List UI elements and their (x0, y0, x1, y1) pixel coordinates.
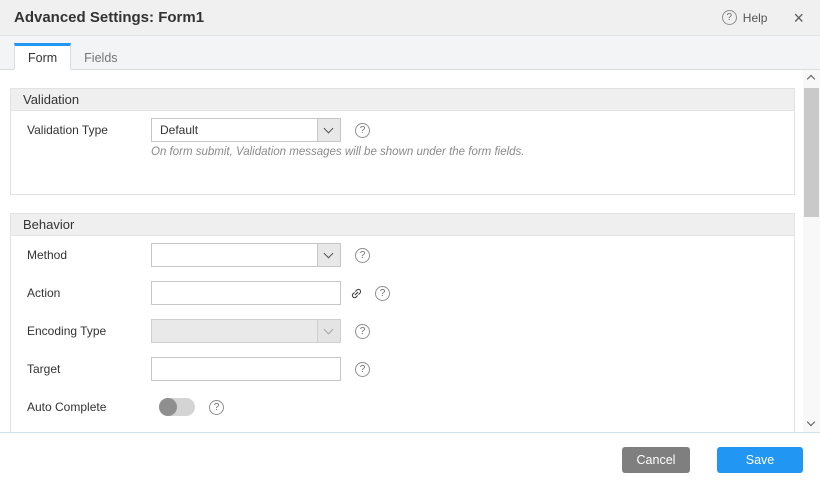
method-dropdown[interactable] (151, 243, 341, 267)
section-behavior: Behavior Method ? Action (10, 213, 795, 433)
help-button[interactable]: Help (743, 11, 768, 25)
encoding-type-help-icon[interactable]: ? (355, 324, 370, 339)
target-input[interactable] (151, 357, 341, 381)
auto-complete-row: Auto Complete ? (27, 388, 794, 426)
target-label: Target (27, 362, 151, 376)
vertical-scrollbar[interactable] (803, 70, 820, 432)
section-validation-body: Validation Type Default ? On form submit… (11, 111, 794, 194)
section-validation-header: Validation (11, 89, 794, 111)
close-icon[interactable]: × (793, 11, 804, 25)
validation-type-row: Validation Type Default ? (27, 111, 794, 149)
method-row: Method ? (27, 236, 794, 274)
toggle-knob (159, 398, 177, 416)
encoding-type-label: Encoding Type (27, 324, 151, 338)
scrollbar-thumb[interactable] (804, 88, 819, 217)
section-behavior-header: Behavior (11, 214, 794, 236)
advanced-settings-dialog: Advanced Settings: Form1 ? Help × Form F… (0, 0, 820, 487)
target-row: Target ? (27, 350, 794, 388)
auto-complete-label: Auto Complete (27, 400, 151, 414)
auto-complete-toggle[interactable] (159, 398, 195, 416)
tab-form-label: Form (28, 51, 57, 65)
scroll-down-icon[interactable] (803, 416, 820, 432)
dialog-titlebar: Advanced Settings: Form1 ? Help × (0, 0, 820, 36)
section-behavior-title: Behavior (23, 217, 74, 232)
method-help-icon[interactable]: ? (355, 248, 370, 263)
tabstrip: Form Fields (0, 36, 820, 70)
method-label: Method (27, 248, 151, 262)
validation-type-dropdown[interactable]: Default (151, 118, 341, 142)
method-value (152, 244, 317, 266)
action-help-icon[interactable]: ? (375, 286, 390, 301)
section-behavior-body: Method ? Action ? (11, 236, 794, 433)
tab-fields-label: Fields (84, 51, 117, 65)
validation-type-help-icon[interactable]: ? (355, 123, 370, 138)
link-icon[interactable] (350, 287, 363, 300)
settings-scroll-area: Validation Validation Type Default ? On … (0, 70, 820, 433)
section-validation: Validation Validation Type Default ? On … (10, 88, 795, 195)
dialog-footer: Cancel Save (0, 433, 820, 487)
help-icon[interactable]: ? (722, 10, 737, 25)
action-input[interactable] (151, 281, 341, 305)
action-label: Action (27, 286, 151, 300)
chevron-down-icon (324, 249, 334, 259)
tab-form[interactable]: Form (14, 43, 71, 70)
cancel-button[interactable]: Cancel (622, 447, 690, 473)
validation-type-value: Default (152, 119, 317, 141)
target-help-icon[interactable]: ? (355, 362, 370, 377)
chevron-down-icon (324, 325, 334, 335)
encoding-type-dropdown (151, 319, 341, 343)
auto-complete-help-icon[interactable]: ? (209, 400, 224, 415)
save-button[interactable]: Save (717, 447, 803, 473)
titlebar-actions: ? Help × (722, 10, 804, 25)
encoding-type-value (152, 320, 317, 342)
dropdown-button (317, 244, 340, 266)
encoding-type-row: Encoding Type ? (27, 312, 794, 350)
validation-type-helper-text: On form submit, Validation messages will… (27, 145, 794, 159)
chevron-down-icon (324, 124, 334, 134)
section-validation-title: Validation (23, 92, 79, 107)
action-row: Action ? (27, 274, 794, 312)
dialog-title: Advanced Settings: Form1 (14, 9, 722, 26)
tab-fields[interactable]: Fields (71, 43, 130, 70)
validation-type-label: Validation Type (27, 123, 151, 137)
dropdown-button (317, 320, 340, 342)
dropdown-button (317, 119, 340, 141)
scroll-up-icon[interactable] (803, 70, 820, 86)
